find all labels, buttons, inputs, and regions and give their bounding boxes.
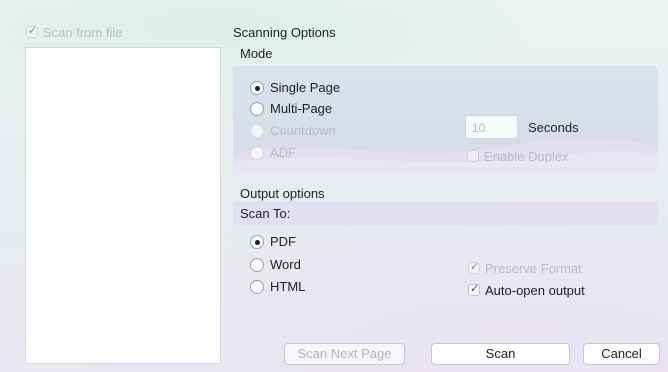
format-html-label: HTML (270, 279, 306, 294)
scan-from-file-label: Scan from file (43, 25, 123, 40)
scan-to-header (233, 201, 658, 225)
mode-adf-label: ADF (270, 145, 296, 160)
mode-countdown-label: Countdown (270, 123, 336, 138)
scanning-options-title: Scanning Options (233, 25, 336, 40)
mode-countdown-radio[interactable] (250, 124, 264, 138)
auto-open-output-checkbox[interactable] (468, 282, 480, 296)
file-list-box[interactable] (25, 47, 221, 364)
scan-button[interactable]: Scan (431, 343, 570, 365)
countdown-seconds-input[interactable]: 10 (465, 115, 518, 139)
output-options-title: Output options (240, 186, 325, 201)
scan-next-page-button[interactable]: Scan Next Page (284, 343, 405, 365)
enable-duplex-label: Enable Duplex (484, 149, 569, 164)
auto-open-output-label: Auto-open output (485, 283, 585, 298)
scan-to-label: Scan To: (240, 206, 291, 221)
preserve-format-checkbox[interactable] (468, 260, 480, 274)
format-word-radio[interactable] (250, 258, 264, 272)
mode-title: Mode (240, 46, 273, 61)
mode-single-page-label: Single Page (270, 80, 341, 95)
preserve-format-label: Preserve Format (485, 261, 582, 276)
mode-multi-page-label: Multi-Page (270, 101, 333, 116)
scan-from-file-toggle[interactable]: Scan from file (26, 24, 166, 40)
mode-adf-radio[interactable] (250, 146, 264, 160)
format-html-radio[interactable] (250, 280, 264, 294)
mode-single-page-radio[interactable] (250, 81, 264, 95)
format-pdf-label: PDF (270, 234, 296, 249)
mode-multi-page-radio[interactable] (250, 102, 264, 116)
enable-duplex-checkbox[interactable] (467, 150, 479, 162)
format-pdf-radio[interactable] (250, 235, 264, 249)
scan-from-file-checkbox[interactable] (26, 24, 38, 38)
seconds-label: Seconds (528, 120, 579, 135)
cancel-button[interactable]: Cancel (583, 343, 660, 365)
format-word-label: Word (270, 257, 301, 272)
